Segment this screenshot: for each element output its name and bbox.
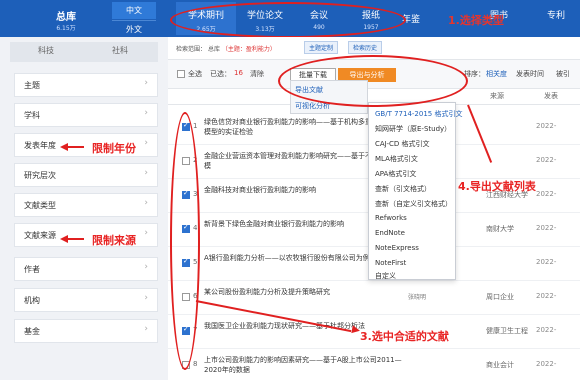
facet-author-label: 作者 bbox=[24, 265, 40, 274]
facet-fund[interactable]: 基金 › bbox=[14, 319, 158, 343]
row-date: 2022- bbox=[536, 122, 557, 130]
sidebar-facets: 科技 社科 主题 › 学科 › 发表年度 › 研究层次 › 文献类型 › 文献来源 › 作者… bbox=[0, 37, 164, 380]
facet-institution[interactable]: 机构 › bbox=[14, 288, 158, 312]
annotation-limit-source: 限制来源 bbox=[92, 234, 136, 247]
search-history-button[interactable]: 检索历史 bbox=[348, 41, 383, 54]
scope-label: 检索范围： bbox=[176, 46, 207, 53]
top-navigation-bar: 总库 6.15万 中文 外文 学术期刊 2.65万 学位论文 3.13万 会议 … bbox=[0, 0, 580, 38]
format-novelty[interactable]: 查新（引文格式） bbox=[375, 184, 431, 194]
library-all-title[interactable]: 总库 bbox=[40, 8, 92, 23]
lang-foreign-button[interactable]: 外文 bbox=[112, 20, 156, 37]
facet-discipline[interactable]: 学科 › bbox=[14, 103, 158, 127]
facet-discipline-label: 学科 bbox=[24, 111, 40, 120]
format-mla[interactable]: MLA格式引文 bbox=[375, 154, 418, 164]
facet-topic-label: 主题 bbox=[24, 81, 40, 90]
header-date: 发表 bbox=[544, 92, 558, 100]
highlight-ellipse-checkboxes bbox=[170, 112, 200, 370]
header-source: 来源 bbox=[490, 92, 504, 100]
chevron-right-icon: › bbox=[144, 78, 148, 88]
facet-year-label: 发表年度 bbox=[24, 141, 56, 150]
clear-selection-link[interactable]: 清除 bbox=[250, 69, 264, 79]
row-date: 2022- bbox=[536, 292, 557, 300]
row-source[interactable]: 南财大学 bbox=[486, 224, 514, 234]
row-date: 2022- bbox=[536, 224, 557, 232]
format-apa[interactable]: APA格式引文 bbox=[375, 169, 416, 179]
chevron-right-icon: › bbox=[144, 108, 148, 118]
row-date: 2022- bbox=[536, 258, 557, 266]
format-noteexpress[interactable]: NoteExpress bbox=[375, 244, 419, 252]
select-all-label[interactable]: 全选 bbox=[188, 69, 202, 79]
facet-doc-type-label: 文献类型 bbox=[24, 201, 56, 210]
chevron-right-icon: › bbox=[144, 138, 148, 148]
format-gbt[interactable]: GB/T 7714-2015 格式引文 bbox=[375, 109, 462, 119]
highlight-ellipse-type bbox=[170, 2, 406, 38]
tab-sci-tech[interactable]: 科技 bbox=[16, 45, 76, 56]
annotation-select-type: 1.选择类型 bbox=[448, 14, 504, 27]
table-row[interactable]: 6 某公司股份盈利能力分析及提升策略研究 张晓明 周口企业 2022- bbox=[168, 281, 580, 315]
tab-patents-label: 专利 bbox=[546, 11, 565, 21]
row-date: 2022- bbox=[536, 156, 557, 164]
row-title-link[interactable]: 某公司股份盈利能力分析及提升策略研究 bbox=[204, 287, 404, 297]
lang-chinese-button[interactable]: 中文 bbox=[112, 2, 156, 19]
row-number: 8 bbox=[193, 360, 198, 368]
row-date: 2022- bbox=[536, 326, 557, 334]
scope-query: （主题：盈利能力） bbox=[221, 46, 276, 53]
format-refworks[interactable]: Refworks bbox=[375, 214, 407, 222]
format-custom[interactable]: 自定义 bbox=[375, 271, 396, 281]
chevron-right-icon: › bbox=[144, 293, 148, 303]
arrow-year-line bbox=[66, 146, 84, 148]
sort-cited[interactable]: 被引 bbox=[556, 69, 570, 79]
chevron-right-icon: › bbox=[144, 228, 148, 238]
table-row[interactable]: 8 上市公司盈利能力的影响因素研究——基于A股上市公司2011—2020年的数据… bbox=[168, 349, 580, 380]
sort-relevance[interactable]: 相关度 bbox=[486, 69, 507, 79]
sort-date[interactable]: 发表时间 bbox=[516, 69, 544, 79]
arrow-select-head bbox=[351, 325, 361, 335]
chevron-right-icon: › bbox=[144, 168, 148, 178]
facet-research-level[interactable]: 研究层次 › bbox=[14, 163, 158, 187]
export-format-menu: GB/T 7714-2015 格式引文 知网研学（原E-Study） CAJ-C… bbox=[368, 102, 462, 281]
row-title-link[interactable]: 上市公司盈利能力的影响因素研究——基于A股上市公司2011—2020年的数据 bbox=[204, 355, 404, 375]
facet-author[interactable]: 作者 › bbox=[14, 257, 158, 281]
row-number: 1 bbox=[193, 122, 198, 130]
selected-label: 已选： bbox=[210, 70, 231, 78]
row-date: 2022- bbox=[536, 360, 557, 368]
facet-year[interactable]: 发表年度 › bbox=[14, 133, 158, 157]
format-endnote[interactable]: EndNote bbox=[375, 229, 405, 237]
format-estudy[interactable]: 知网研学（原E-Study） bbox=[375, 124, 451, 134]
annotation-select-docs: 3.选中合适的文献 bbox=[360, 330, 449, 343]
facet-institution-label: 机构 bbox=[24, 296, 40, 305]
format-novelty-custom[interactable]: 查新（自定义引文格式） bbox=[375, 199, 452, 209]
facet-source-label: 文献来源 bbox=[24, 231, 56, 240]
arrow-source-head bbox=[60, 235, 68, 243]
row-source[interactable]: 周口企业 bbox=[486, 292, 514, 302]
row-source[interactable]: 健康卫生工程 bbox=[486, 326, 528, 336]
annotation-export-list: 4.导出文献列表 bbox=[458, 180, 536, 193]
row-date: 2022- bbox=[536, 190, 557, 198]
arrow-source-line bbox=[66, 238, 84, 240]
topic-subscribe-button[interactable]: 主题定制 bbox=[304, 41, 339, 54]
search-scope-breadcrumb: 检索范围： 总库 （主题：盈利能力） bbox=[176, 44, 276, 53]
tab-social-sci[interactable]: 社科 bbox=[90, 45, 150, 56]
selected-count: 16 bbox=[234, 69, 243, 77]
chevron-right-icon: › bbox=[144, 262, 148, 272]
chevron-right-icon: › bbox=[144, 198, 148, 208]
facet-doc-type[interactable]: 文献类型 › bbox=[14, 193, 158, 217]
facet-topic[interactable]: 主题 › bbox=[14, 73, 158, 97]
row-source[interactable]: 商业会计 bbox=[486, 360, 514, 370]
facet-research-level-label: 研究层次 bbox=[24, 171, 56, 180]
facet-source[interactable]: 文献来源 › bbox=[14, 223, 158, 247]
scope-value: 总库 bbox=[207, 46, 220, 53]
sidebar-tabs: 科技 社科 bbox=[10, 42, 158, 62]
annotation-limit-year: 限制年份 bbox=[92, 142, 136, 155]
highlight-ellipse-export bbox=[278, 55, 468, 107]
tab-patents[interactable]: 专利 bbox=[540, 2, 572, 35]
select-all-checkbox[interactable] bbox=[177, 70, 185, 78]
library-all-count: 6.15万 bbox=[56, 25, 76, 32]
chevron-right-icon: › bbox=[144, 324, 148, 334]
arrow-year-head bbox=[60, 143, 68, 151]
format-notefirst[interactable]: NoteFirst bbox=[375, 259, 406, 267]
row-author[interactable]: 张晓明 bbox=[408, 292, 426, 301]
facet-fund-label: 基金 bbox=[24, 327, 40, 336]
format-caj-cd[interactable]: CAJ-CD 格式引文 bbox=[375, 139, 430, 149]
